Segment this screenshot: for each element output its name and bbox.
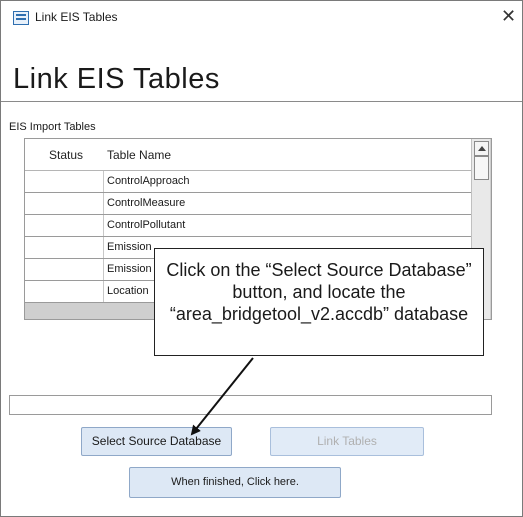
status-cell: [25, 171, 104, 192]
scroll-up-arrow-icon[interactable]: [474, 141, 489, 156]
table-row[interactable]: ControlMeasure: [25, 193, 471, 215]
progress-bar: [9, 395, 492, 415]
table-name-cell: Emission: [107, 241, 152, 253]
close-icon[interactable]: ✕: [501, 6, 516, 27]
scroll-thumb[interactable]: [474, 156, 489, 180]
form-heading: Link EIS Tables: [13, 63, 220, 95]
import-tables-label: EIS Import Tables: [9, 121, 96, 133]
access-form-icon: [13, 11, 29, 25]
column-header-table-name: Table Name: [107, 148, 172, 162]
status-cell: [25, 215, 104, 236]
link-eis-tables-window: Link EIS Tables ✕ Link EIS Tables EIS Im…: [0, 0, 523, 517]
title-bar: Link EIS Tables ✕: [1, 1, 522, 35]
status-cell: [25, 259, 104, 280]
table-name-cell: ControlPollutant: [107, 219, 186, 231]
table-row[interactable]: ControlPollutant: [25, 215, 471, 237]
column-header-status: Status: [49, 148, 84, 162]
form-header: Link EIS Tables: [1, 35, 522, 102]
status-cell: [25, 281, 104, 302]
table-row[interactable]: ControlApproach: [25, 171, 471, 193]
link-tables-button[interactable]: Link Tables: [270, 427, 424, 456]
window-title: Link EIS Tables: [35, 10, 118, 24]
table-name-cell: Location: [107, 285, 149, 297]
table-name-cell: Emission: [107, 263, 152, 275]
grid-header: Status Table Name: [25, 139, 471, 171]
table-name-cell: ControlMeasure: [107, 197, 186, 209]
table-name-cell: ControlApproach: [107, 175, 190, 187]
when-finished-button[interactable]: When finished, Click here.: [129, 467, 341, 498]
select-source-database-button[interactable]: Select Source Database: [81, 427, 232, 456]
instruction-callout: Click on the “Select Source Database” bu…: [154, 248, 484, 356]
status-cell: [25, 193, 104, 214]
status-cell: [25, 237, 104, 258]
